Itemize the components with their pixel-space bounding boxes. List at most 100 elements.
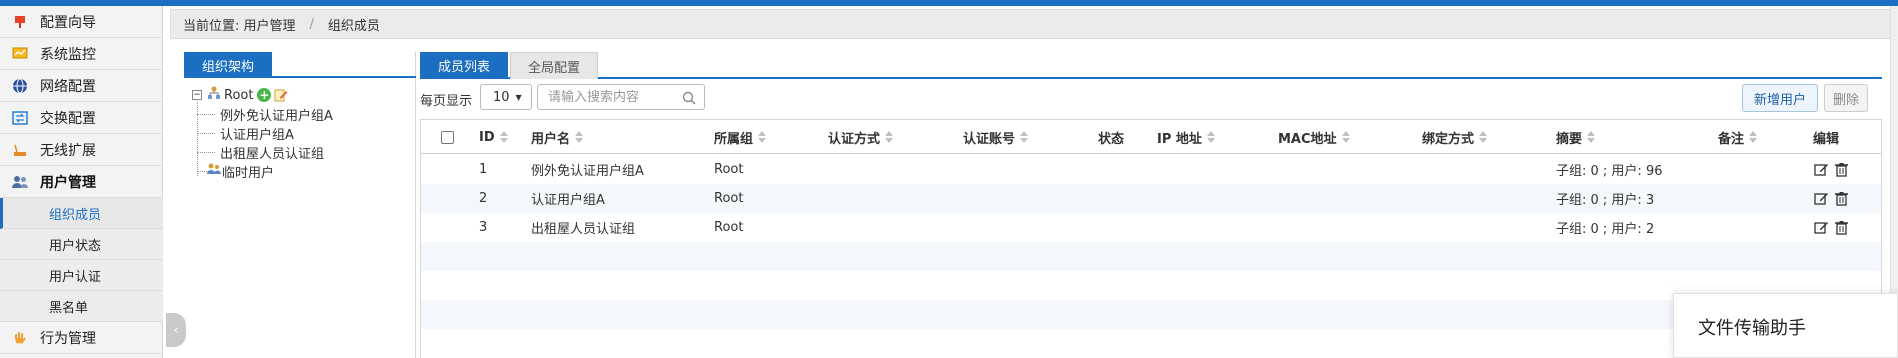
sidebar-subitem-user-auth[interactable]: 用户认证 <box>0 260 163 291</box>
select-all-checkbox-cell <box>441 120 454 154</box>
table-row[interactable]: 1 例外免认证用户组A Root 子组: 0 ; 用户: 96 <box>421 155 1881 184</box>
col-header-bind-method[interactable]: 绑定方式 <box>1422 120 1488 154</box>
col-header-remark[interactable]: 备注 <box>1718 120 1758 154</box>
sidebar-item-label: 系统监控 <box>40 46 96 63</box>
tree-node-group[interactable]: 认证用户组A <box>220 124 294 143</box>
users-icon <box>11 174 29 190</box>
sidebar-subitem-blacklist[interactable]: 黑名单 <box>0 291 163 322</box>
search-box <box>537 84 705 110</box>
tab-org-structure[interactable]: 组织架构 <box>184 52 272 78</box>
col-header-username[interactable]: 用户名 <box>531 120 584 154</box>
cell-id: 1 <box>479 162 488 177</box>
table-row[interactable]: 3 出租屋人员认证组 Root 子组: 0 ; 用户: 2 <box>421 213 1881 242</box>
tab-member-list[interactable]: 成员列表 <box>420 52 508 79</box>
sidebar-item-label: 交换配置 <box>40 110 96 127</box>
wireless-icon <box>11 142 29 158</box>
tree-node-root[interactable]: − Root + <box>192 86 288 104</box>
sidebar-subitem-user-status[interactable]: 用户状态 <box>0 229 163 260</box>
tree-node-temp-users[interactable]: 临时用户 <box>206 162 274 181</box>
col-header-auth-method[interactable]: 认证方式 <box>828 120 894 154</box>
cell-username: 例外免认证用户组A <box>531 164 644 179</box>
sidebar-item-label: 无线扩展 <box>40 142 96 159</box>
sidebar-item-label: 用户管理 <box>40 174 96 191</box>
cell-username: 出租屋人员认证组 <box>531 222 636 237</box>
edit-icon[interactable] <box>1814 191 1829 206</box>
sort-icon[interactable] <box>1479 131 1488 143</box>
sidebar-item-label: 行为管理 <box>40 330 96 347</box>
cell-actions <box>1814 213 1854 242</box>
search-input[interactable] <box>548 88 678 106</box>
cell-group: Root <box>714 191 744 206</box>
sort-icon[interactable] <box>1749 131 1758 143</box>
sort-icon[interactable] <box>575 131 584 143</box>
sort-icon[interactable] <box>1206 131 1216 143</box>
add-user-button[interactable]: 新增用户 <box>1742 84 1818 112</box>
breadcrumb-current: 组织成员 <box>327 18 380 34</box>
sidebar-item-behavior-management[interactable]: 行为管理 <box>0 322 163 354</box>
sidebar-subitem-label: 用户认证 <box>49 269 102 285</box>
sidebar-subitem-label: 组织成员 <box>49 207 102 223</box>
trash-icon[interactable] <box>1834 162 1849 177</box>
sidebar-item-wireless[interactable]: 无线扩展 <box>0 134 163 166</box>
sort-icon[interactable] <box>499 131 509 143</box>
sidebar-item-system-monitor[interactable]: 系统监控 <box>0 38 163 70</box>
trash-icon[interactable] <box>1834 220 1849 235</box>
sidebar-item-user-management[interactable]: 用户管理 <box>0 166 163 198</box>
sort-icon[interactable] <box>1341 131 1351 143</box>
sort-icon[interactable] <box>1020 131 1029 143</box>
cell-summary: 子组: 0 ; 用户: 2 <box>1556 222 1655 237</box>
cell-group: Root <box>714 162 744 177</box>
search-icon[interactable] <box>682 91 696 105</box>
sidebar-item-network-config[interactable]: 网络配置 <box>0 70 163 102</box>
tree-node-group[interactable]: 例外免认证用户组A <box>220 105 333 124</box>
col-header-edit: 编辑 <box>1813 131 1840 147</box>
sort-icon[interactable] <box>1587 131 1596 143</box>
col-header-summary[interactable]: 摘要 <box>1556 120 1596 154</box>
cell-actions <box>1814 184 1854 213</box>
edit-icon[interactable] <box>1814 220 1829 235</box>
table-row[interactable]: 2 认证用户组A Root 子组: 0 ; 用户: 3 <box>421 184 1881 213</box>
per-page-label: 每页显示 <box>420 94 473 109</box>
cell-id: 2 <box>479 191 488 206</box>
cell-group: Root <box>714 220 744 235</box>
tree-node-group[interactable]: 出租屋人员认证组 <box>220 143 324 162</box>
col-header-group[interactable]: 所属组 <box>714 120 767 154</box>
add-group-icon[interactable]: + <box>257 88 272 102</box>
flag-icon <box>11 14 29 30</box>
trash-icon[interactable] <box>1834 191 1849 206</box>
hand-icon <box>11 330 29 346</box>
breadcrumb-separator: / <box>309 16 314 32</box>
table-row-empty <box>421 329 1881 358</box>
sidebar-collapse-button[interactable]: ‹ <box>166 313 186 347</box>
sort-icon[interactable] <box>758 131 767 143</box>
cell-id: 3 <box>479 220 488 235</box>
top-bar <box>0 0 1898 6</box>
tab-global-config[interactable]: 全局配置 <box>510 52 598 79</box>
app-window: 配置向导 系统监控 网络配置 交换配置 无线扩展 用户管理 组织成员 用户状态 … <box>0 0 1898 358</box>
table-header: ID 用户名 所属组 认证方式 认证账号 状态 IP 地址 MAC地址 绑定方式… <box>421 120 1881 154</box>
file-transfer-popup[interactable]: 文件传输助手 <box>1673 293 1898 358</box>
edit-icon[interactable] <box>274 88 288 102</box>
col-header-mac[interactable]: MAC地址 <box>1278 120 1351 154</box>
sidebar-subitem-org-members[interactable]: 组织成员 <box>0 198 163 229</box>
breadcrumb: 当前位置: 用户管理 / 组织成员 <box>170 9 1893 39</box>
sidebar-subitem-label: 用户状态 <box>49 238 102 254</box>
col-header-id[interactable]: ID <box>479 120 509 154</box>
col-header-auth-account[interactable]: 认证账号 <box>963 120 1029 154</box>
org-root-icon <box>206 86 222 104</box>
sidebar-item-config-wizard[interactable]: 配置向导 <box>0 6 163 38</box>
org-tabbar: 组织架构 <box>184 52 416 78</box>
tree-node-label: 例外免认证用户组A <box>220 108 333 124</box>
tree-node-label: Root <box>224 87 254 103</box>
col-header-status: 状态 <box>1098 131 1125 147</box>
sort-icon[interactable] <box>885 131 894 143</box>
sidebar-item-switch-config[interactable]: 交换配置 <box>0 102 163 134</box>
delete-button[interactable]: 删除 <box>1824 84 1868 112</box>
per-page-select[interactable]: 10 ▼ <box>480 84 532 110</box>
monitor-icon <box>11 46 29 62</box>
collapse-icon[interactable]: − <box>192 90 202 100</box>
edit-icon[interactable] <box>1814 162 1829 177</box>
col-header-ip[interactable]: IP 地址 <box>1157 120 1216 154</box>
cell-username: 认证用户组A <box>531 193 605 208</box>
select-all-checkbox[interactable] <box>441 130 454 144</box>
